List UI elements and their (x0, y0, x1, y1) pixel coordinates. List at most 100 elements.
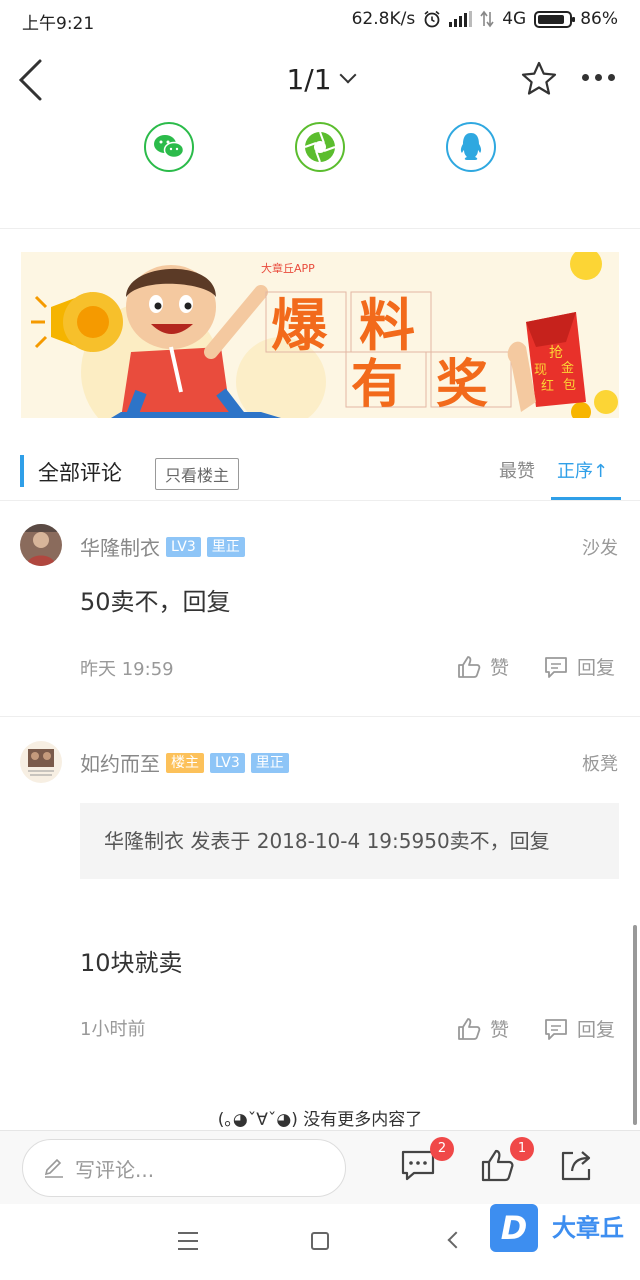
reply-button[interactable]: 回复 (543, 1015, 615, 1042)
banner-slogan-4: 奖 (436, 355, 488, 415)
share-moments-button[interactable] (295, 122, 345, 172)
share-qq-button[interactable] (446, 122, 496, 172)
sort-hot-tab[interactable]: 最赞 (499, 457, 535, 483)
floor-label: 沙发 (582, 538, 618, 559)
app-screen: 上午9:21 62.8K/s 4G 86% 1/1 大章丘APP 爆 料 有 奖… (0, 0, 640, 1280)
quoted-reply: 华隆制衣 发表于 2018-10-4 19:5950卖不，回复 (80, 803, 619, 879)
comment-time: 昨天 19:59 (80, 659, 174, 680)
comments-button[interactable]: 2 (400, 1137, 454, 1187)
sort-order-label: 正序 (557, 461, 593, 482)
avatar[interactable] (20, 524, 62, 566)
comment-time: 1小时前 (80, 1019, 146, 1040)
sort-order-tab[interactable]: 正序↑ (557, 457, 608, 483)
logo-letter: D (500, 1209, 528, 1247)
bottom-action-bar: 写评论... 2 1 (0, 1130, 640, 1204)
no-more-content: (｡◕ˇ∀ˇ◕) 没有更多内容了 (217, 1110, 423, 1130)
envelope-char-3: 金 (561, 360, 574, 376)
dot-icon (582, 74, 589, 81)
alarm-icon (424, 10, 440, 28)
banner-slogan-2: 料 (359, 294, 415, 359)
share-icon (561, 1151, 591, 1181)
pencil-icon (44, 1158, 63, 1178)
wechat-icon (154, 135, 185, 159)
title-bar: 1/1 (0, 48, 640, 112)
comment-item: 如约而至 楼主 LV3 里正 板凳 华隆制衣 发表于 2018-10-4 19:… (0, 717, 640, 1097)
menu-nav-button[interactable] (178, 1232, 198, 1256)
share-wechat-button[interactable] (144, 122, 194, 172)
status-time: 上午9:21 (22, 14, 95, 34)
divider (0, 228, 640, 229)
like-label: 赞 (490, 657, 510, 679)
moments-icon (304, 131, 336, 163)
envelope-char-2: 现 (534, 363, 547, 378)
comments-header: 全部评论 只看楼主 最赞 正序↑ (0, 440, 640, 500)
envelope-char-4: 红 (541, 378, 554, 394)
floor-label: 板凳 (582, 754, 618, 775)
data-transfer-icon (480, 10, 494, 28)
banner-slogan-3: 有 (351, 355, 403, 415)
status-bar: 上午9:21 62.8K/s 4G 86% (0, 0, 640, 40)
dot-icon (608, 74, 615, 81)
system-nav-bar: D 大章丘 (0, 1204, 640, 1280)
network-speed: 62.8K/s (351, 9, 416, 29)
comment-item: 华隆制衣 LV3 里正 沙发 50卖不，回复 昨天 19:59 赞 回复 (0, 500, 640, 715)
reply-label: 回复 (577, 657, 616, 679)
qq-icon (460, 133, 482, 160)
back-nav-button[interactable] (447, 1231, 465, 1249)
comment-text: 50卖不，回复 (80, 588, 231, 616)
reply-label: 回复 (577, 1019, 616, 1041)
comments-title: 全部评论 (38, 461, 122, 485)
username-row: 华隆制衣 LV3 里正 (80, 532, 245, 561)
envelope-char-5: 包 (563, 378, 576, 393)
like-count-badge: 1 (510, 1137, 534, 1161)
dot-icon (595, 74, 602, 81)
rank-badge: 里正 (250, 752, 289, 773)
app-logo-icon: D (490, 1204, 538, 1252)
banner-artwork: 大章丘APP 爆 料 有 奖 抢 现 金 红 包 (21, 252, 619, 418)
scrollbar[interactable] (633, 925, 637, 1125)
comment-count-badge: 2 (430, 1137, 454, 1161)
chevron-down-icon (339, 66, 357, 84)
page-indicator: 1/1 (286, 63, 332, 96)
share-button[interactable] (558, 1147, 598, 1187)
like-button[interactable]: 赞 (456, 653, 509, 680)
banner-app-name: 大章丘APP (261, 261, 315, 275)
username[interactable]: 如约而至 (80, 748, 160, 777)
username[interactable]: 华隆制衣 (80, 532, 160, 561)
reply-button[interactable]: 回复 (543, 653, 615, 680)
comment-text: 10块就卖 (80, 949, 183, 977)
battery-level: 86% (580, 9, 618, 29)
like-post-button[interactable]: 1 (480, 1137, 534, 1187)
level-badge: LV3 (166, 536, 201, 557)
level-badge: LV3 (210, 752, 245, 773)
more-button[interactable] (582, 74, 615, 81)
like-label: 赞 (490, 1019, 510, 1041)
battery-icon (534, 10, 576, 28)
app-logo-text: 大章丘 (552, 1214, 624, 1242)
comment-input-placeholder: 写评论... (75, 1157, 155, 1182)
host-badge: 楼主 (166, 752, 204, 773)
star-icon (521, 61, 557, 95)
signal-icon (449, 11, 473, 27)
sort-arrow-icon: ↑ (593, 461, 609, 482)
only-host-button[interactable]: 只看楼主 (155, 458, 240, 490)
promo-banner[interactable]: 大章丘APP 爆 料 有 奖 抢 现 金 红 包 (21, 252, 619, 418)
envelope-char-1: 抢 (549, 344, 563, 361)
thumbs-up-icon (458, 1017, 481, 1040)
section-marker (20, 455, 24, 487)
network-type: 4G (502, 9, 527, 29)
comment-icon (545, 656, 567, 678)
home-nav-button[interactable] (311, 1232, 329, 1250)
username-row: 如约而至 楼主 LV3 里正 (80, 748, 289, 777)
avatar-image (20, 524, 62, 566)
like-button[interactable]: 赞 (456, 1015, 509, 1042)
comment-input[interactable]: 写评论... (22, 1139, 346, 1197)
avatar-image (20, 741, 62, 783)
rank-badge: 里正 (206, 536, 245, 557)
banner-slogan-1: 爆 (271, 294, 328, 359)
favorite-button[interactable] (520, 60, 560, 100)
thumbs-up-icon (458, 655, 481, 678)
status-right: 62.8K/s 4G 86% (352, 9, 618, 29)
avatar[interactable] (20, 741, 62, 783)
comment-icon (545, 1018, 567, 1040)
